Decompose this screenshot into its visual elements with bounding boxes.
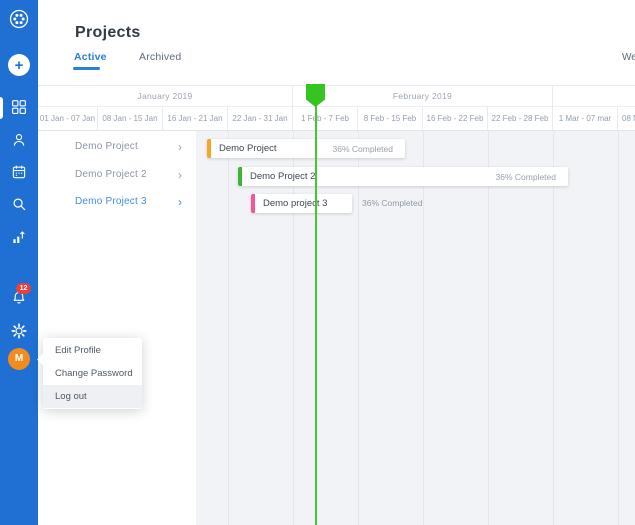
menu-item-change-password[interactable]: Change Password [43,362,142,385]
project-list-item[interactable]: Demo Project 2 › [38,162,196,190]
project-list-item-selected[interactable]: Demo Project 3 › [38,189,196,217]
timeline-week-row: 01 Jan - 07 Jan 08 Jan - 15 Jan 16 Jan -… [38,107,635,131]
week-header: 16 Jan - 21 Jan [163,107,228,130]
chevron-right-icon[interactable]: › [178,168,182,182]
gantt-bar[interactable]: Demo Project 2 36% Completed [238,167,568,186]
notification-badge: 12 [16,283,31,294]
bar-progress: 36% Completed [333,144,393,154]
week-header: 8 Feb - 15 Feb [358,107,423,130]
app-root: + [0,0,635,525]
project-name: Demo Project [75,141,138,152]
add-button[interactable]: + [8,54,30,76]
bar-progress: 36% Completed [362,194,422,213]
sidebar-item-settings[interactable] [10,322,28,340]
bar-accent [238,167,242,186]
sidebar-item-calendar[interactable] [10,163,28,181]
week-header: 01 Jan - 07 Jan [38,107,98,130]
sidebar-item-dashboard[interactable] [10,98,28,116]
grid-line [293,131,294,525]
week-header: 08 Mar - 15 mar [618,107,635,130]
gantt-grid [196,131,635,525]
grid-line [488,131,489,525]
week-header: 22 Feb - 28 Feb [488,107,553,130]
week-header: 08 Jan - 15 Jan [98,107,163,130]
month-header: January 2019 [38,86,293,107]
gantt-bar[interactable]: Demo project 3 [251,194,352,213]
week-header: 22 Jan - 31 Jan [228,107,293,130]
month-header: February 2019 [293,86,553,107]
chevron-right-icon[interactable]: › [178,140,182,154]
profile-menu: Edit Profile Change Password Log out [43,338,142,409]
bar-progress: 36% Completed [496,172,556,182]
project-list-item[interactable]: Demo Project › [38,134,196,162]
grid-line [618,131,619,525]
gear-icon [10,322,28,340]
bar-label: Demo project 3 [263,198,327,209]
gantt-bar[interactable]: Demo Project 36% Completed [207,139,405,158]
person-icon [10,131,28,149]
sidebar: + [0,0,38,525]
sidebar-item-people[interactable] [10,131,28,149]
grid-line [228,131,229,525]
plus-icon: + [15,57,24,74]
menu-item-edit-profile[interactable]: Edit Profile [43,339,142,362]
grid-line [423,131,424,525]
bar-label: Demo Project [219,143,277,154]
active-nav-indicator [0,97,3,119]
grid-line [358,131,359,525]
bar-accent [207,139,211,158]
user-avatar[interactable]: M [8,348,30,370]
calendar-icon [10,163,28,181]
project-name: Demo Project 2 [75,169,147,180]
tab-active[interactable]: Active [74,51,107,63]
sidebar-item-search[interactable] [10,195,28,213]
avatar-initial: M [15,353,23,364]
bar-accent [251,194,255,213]
month-header [553,86,635,107]
timeline-month-row: January 2019 February 2019 [38,85,635,107]
today-line [315,103,317,525]
sidebar-item-stats[interactable] [10,228,28,246]
week-header: 16 Feb - 22 Feb [423,107,488,130]
tab-archived[interactable]: Archived [139,51,181,63]
active-tab-underline [73,67,100,70]
bar-label: Demo Project 2 [250,171,315,182]
week-header: 1 Feb - 7 Feb [293,107,358,130]
stats-growth-icon [10,228,28,246]
grid-line [553,131,554,525]
app-logo[interactable] [7,7,31,31]
menu-item-log-out[interactable]: Log out [43,385,142,408]
logo-ring-icon [7,7,31,31]
page-title: Projects [75,24,141,42]
week-header: 1 Mar - 07 mar [553,107,618,130]
dashboard-grid-icon [10,98,28,116]
search-icon [10,195,28,213]
project-list: Demo Project › Demo Project 2 › Demo Pro… [38,131,196,525]
project-name: Demo Project 3 [75,196,147,207]
view-selector[interactable]: Week [622,52,635,63]
chevron-right-icon[interactable]: › [178,195,182,209]
